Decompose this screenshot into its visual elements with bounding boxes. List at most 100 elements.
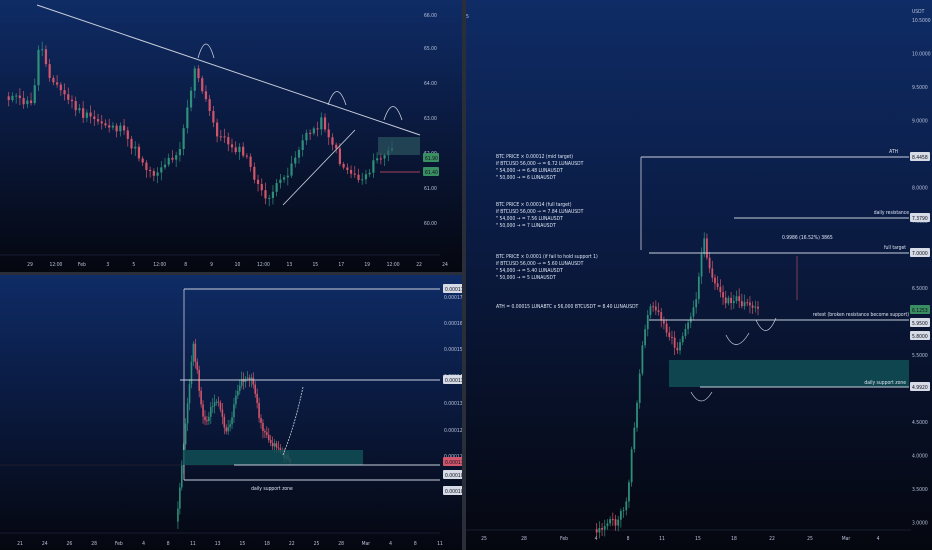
target-note-fail: " 54,000 → = 5.40 LUNAUSDT [496, 268, 563, 274]
x-axis-tick: 4 [595, 536, 598, 542]
candle-body [598, 528, 601, 533]
candle-body [269, 439, 272, 443]
candle-body [233, 404, 235, 418]
candle-body [63, 90, 66, 95]
candle-body [368, 172, 371, 175]
candle-body [361, 179, 364, 181]
candle-body [633, 427, 636, 450]
chart-svg-top-left[interactable]: 66.0065.0064.0063.0062.0061.0060.002912:… [0, 0, 462, 272]
x-axis-tick: 4 [142, 541, 145, 547]
chart-svg-bottom-left[interactable]: 0.00017000.00016000.00015000.00014000.00… [0, 275, 462, 550]
x-axis-tick: 15 [239, 541, 245, 547]
candle-body [628, 482, 630, 502]
y-axis-tick: 0.0001200 [444, 428, 462, 434]
price-tag: 0.00010775 [445, 473, 462, 479]
candle-body [194, 343, 197, 362]
candle-body [119, 125, 122, 132]
candle-body [108, 125, 111, 128]
candle-body [104, 123, 107, 126]
x-axis-tick: 18 [264, 541, 270, 547]
measure-label: 0.9986 (16.52%) 3865 [782, 235, 833, 241]
candle-body [82, 108, 85, 118]
support-zone-label: daily support zone [251, 486, 293, 492]
x-axis-tick: 11 [437, 541, 443, 547]
target-note-mid: " 54,000 → = 6.48 LUNAUSDT [496, 168, 563, 174]
chart-panel-bottom-left[interactable]: 0.00017000.00016000.00015000.00014000.00… [0, 275, 462, 550]
target-note-full: " 50,000 → = 7 LUNAUSDT [496, 223, 556, 229]
candle-body [7, 96, 10, 101]
candle-body [275, 183, 278, 192]
candle-body [122, 125, 126, 131]
candle-body [89, 112, 92, 117]
candle-body [197, 68, 200, 79]
candle-body [209, 407, 212, 417]
candle-body [331, 137, 334, 145]
candle-body [301, 140, 304, 150]
candle-body [681, 336, 684, 343]
y-axis-tick: 3.0000 [912, 521, 928, 527]
candle-body [141, 158, 144, 163]
candle-body [625, 501, 628, 511]
candle-body [29, 100, 33, 104]
price-tag: 0.00011283 [445, 460, 462, 466]
candle-body [609, 519, 612, 524]
candle-body [740, 301, 743, 307]
candle-body [267, 434, 270, 440]
y-axis-tick: 0.0001500 [444, 347, 462, 353]
candle-body [15, 95, 18, 97]
candle-body [242, 146, 245, 156]
candle-body [724, 297, 727, 304]
candle-body [201, 78, 204, 92]
x-axis-tick: 24 [42, 541, 48, 547]
chart-panel-top-left[interactable]: 66.0065.0064.0063.0062.0061.0060.002912:… [0, 0, 462, 272]
candle-body [145, 162, 148, 170]
candle-body [22, 98, 25, 105]
target-note-full: " 54,000 → = 7.56 LUNAUSDT [496, 216, 563, 222]
target-note-fail: BTC PRICE × 0.0001 (if fail to hold supp… [496, 254, 598, 260]
candle-body [67, 94, 70, 100]
x-axis-tick: 13 [215, 541, 221, 547]
candle-body [171, 157, 174, 160]
candle-body [603, 526, 606, 530]
x-axis-tick: 22 [769, 536, 775, 542]
x-axis-tick: 4 [389, 541, 392, 547]
candle-body [52, 77, 55, 83]
candle-body [646, 315, 649, 330]
x-axis-tick: 8 [184, 262, 187, 268]
candle-body [636, 402, 638, 428]
y-axis-tick: 4.5000 [912, 420, 928, 426]
candle-body [33, 85, 36, 104]
candle-body [751, 305, 754, 308]
candle-body [70, 99, 74, 102]
candle-body [617, 519, 620, 526]
candle-body [213, 402, 216, 406]
price-tag: 8.4458 [912, 155, 928, 161]
target-note-mid: " 50,000 → = 6 LUNAUSDT [496, 175, 556, 181]
candle-body [177, 508, 179, 522]
candle-body [735, 296, 738, 301]
candle-body [619, 510, 622, 520]
candle-body [644, 329, 646, 346]
target-note-fail: " 50,000 → = 5 LUNAUSDT [496, 275, 556, 281]
x-axis-tick: 10 [235, 262, 241, 268]
y-axis-tick: 10.5000 [912, 18, 931, 24]
candle-body [312, 128, 315, 134]
candle-body [665, 323, 668, 333]
chart-svg-right[interactable]: USDT10.500010.00009.50009.00008.50008.00… [466, 0, 932, 550]
candle-body [179, 487, 181, 509]
x-axis-tick: 4 [877, 536, 880, 542]
daily-resistance-label: daily resistance [874, 210, 909, 216]
candle-body [111, 125, 115, 128]
chart-panel-right[interactable]: USDT10.500010.00009.50009.00008.50008.00… [466, 0, 932, 550]
y-axis-tick: 61.00 [424, 186, 437, 192]
candle-body [730, 297, 733, 304]
candle-body [252, 377, 255, 385]
candle-body [253, 166, 256, 180]
rising-trendline [282, 129, 356, 206]
y-axis-tick: 65.00 [424, 46, 437, 52]
candle-body [41, 49, 44, 51]
candle-body [700, 253, 703, 277]
candle-body [714, 277, 716, 284]
candle-body [219, 402, 222, 410]
candle-body [687, 322, 689, 329]
